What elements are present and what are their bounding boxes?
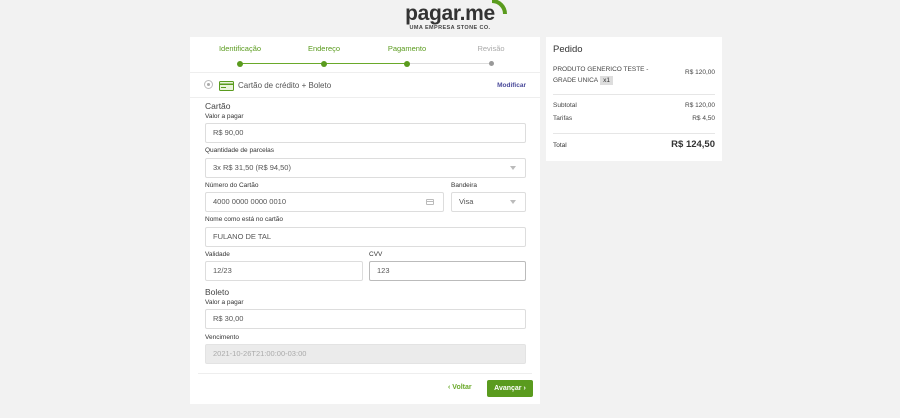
payment-method-row: Cartão de crédito + Boleto Modificar [190,76,540,98]
card-holder-label: Nome como está no cartão [205,216,284,223]
brand-name: pagar.me [405,2,495,25]
chevron-left-icon: ‹ [448,384,451,391]
step-pagamento: Pagamento [387,44,427,53]
step-dot-2 [321,60,327,67]
card-holder-value: FULANO DE TAL [213,232,272,241]
total-divider [553,133,715,134]
installments-select[interactable]: 3x R$ 31,50 (R$ 94,50) [205,158,526,178]
back-label: Voltar [452,384,472,391]
step-dot-4 [489,61,494,66]
installments-label: Quantidade de parcelas [205,147,275,154]
expiry-label: Validade [205,251,230,258]
product-qty-badge: x1 [600,76,614,85]
card-amount-label: Valor a pagar [205,113,244,120]
checkout-panel: Identificação Endereço Pagamento Revisão… [190,37,540,404]
brand-logo: pagar.me UMA EMPRESA STONE CO. [0,0,900,31]
chevron-down-icon [510,200,516,204]
boleto-section-title: Boleto [205,287,230,297]
order-title: Pedido [553,44,583,55]
subtotal-value: R$ 120,00 [685,102,715,109]
order-divider [553,94,715,95]
total-value: R$ 124,50 [671,139,715,150]
boleto-amount-label: Valor a pagar [205,299,244,306]
due-date-label: Vencimento [205,334,239,341]
step-dot-3 [404,60,410,67]
advance-button[interactable]: Avançar › [487,380,533,397]
chevron-right-icon: › [523,385,526,392]
total-label: Total [553,142,567,149]
due-date-value: 2021-10-26T21:00:00-03:00 [213,349,307,358]
card-brand-select[interactable]: Visa [451,192,526,212]
advance-label: Avançar [494,385,522,392]
chevron-down-icon [510,166,516,170]
card-amount-value: R$ 90,00 [213,128,244,137]
footer-divider [198,373,532,374]
fees-label: Tarifas [553,115,573,122]
boleto-amount-input[interactable]: R$ 30,00 [205,309,526,329]
back-button[interactable]: ‹ Voltar [448,384,472,391]
step-identificacao[interactable]: Identificação [195,44,285,53]
progress-steps: Identificação Endereço Pagamento Revisão [190,37,540,73]
card-brand-value: Visa [459,197,474,206]
modify-link[interactable]: Modificar [497,82,526,89]
payment-method-label: Cartão de crédito + Boleto [238,81,332,90]
product-price: R$ 120,00 [685,69,715,76]
cvv-value: 123 [377,266,390,275]
card-holder-input[interactable]: FULANO DE TAL [205,227,526,247]
fees-value: R$ 4,50 [692,115,715,122]
payment-method-radio[interactable] [204,80,213,89]
card-brand-label: Bandeira [451,182,478,189]
subtotal-label: Subtotal [553,102,577,109]
step-endereco[interactable]: Endereço [279,44,369,53]
due-date-input: 2021-10-26T21:00:00-03:00 [205,344,526,364]
cvv-label: CVV [369,251,383,258]
expiry-value: 12/23 [213,266,232,275]
installments-value: 3x R$ 31,50 (R$ 94,50) [213,163,291,172]
expiry-input[interactable]: 12/23 [205,261,363,281]
product-name: PRODUTO GENERICO TESTE - GRADE UNICA x1 [553,64,668,86]
credit-card-icon [219,81,234,91]
step-dot-1 [237,60,243,67]
cvv-input[interactable]: 123 [369,261,526,281]
card-section-title: Cartão [205,101,231,111]
card-number-input[interactable]: 4000 0000 0000 0010 [205,192,444,212]
card-amount-input[interactable]: R$ 90,00 [205,123,526,143]
brand-arc-icon [491,0,507,15]
card-number-value: 4000 0000 0000 0010 [213,197,286,206]
boleto-amount-value: R$ 30,00 [213,314,244,323]
card-icon [426,199,434,205]
step-revisao: Revisão [477,44,505,53]
step-line-pending [407,63,491,64]
order-summary: Pedido PRODUTO GENERICO TESTE - GRADE UN… [546,37,722,161]
card-number-label: Número do Cartão [205,182,259,189]
